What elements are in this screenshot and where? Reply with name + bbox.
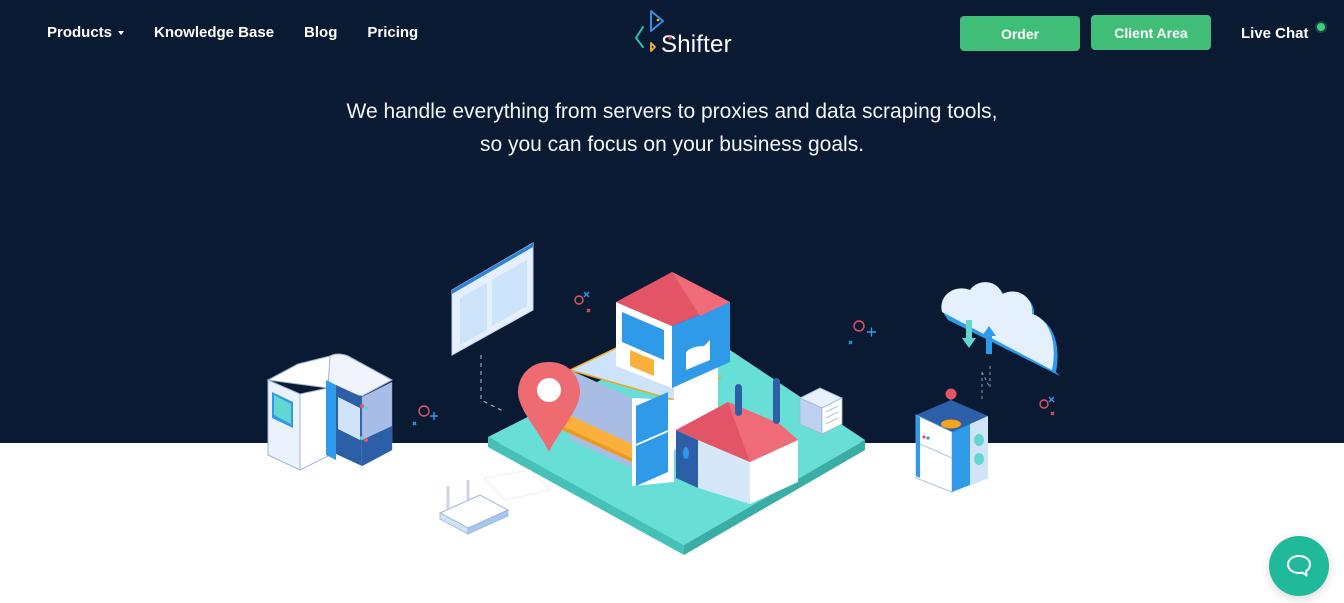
- logo-dot-icon: [668, 36, 672, 40]
- live-chat-link[interactable]: Live Chat: [1241, 25, 1309, 42]
- caret-down-icon: [118, 31, 125, 35]
- nav-products[interactable]: Products: [47, 24, 125, 41]
- tagline-line-2: so you can focus on your business goals.: [479, 133, 865, 156]
- chat-bubble-icon: [1287, 555, 1311, 577]
- hero-tagline: We handle everything from servers to pro…: [0, 95, 1344, 161]
- order-button[interactable]: Order: [960, 16, 1080, 51]
- nav-knowledge-base[interactable]: Knowledge Base: [154, 24, 274, 41]
- nav-blog[interactable]: Blog: [304, 24, 337, 41]
- online-status-dot: [1317, 23, 1325, 31]
- nav-products-label: Products: [47, 24, 113, 41]
- router-icon: [438, 469, 551, 535]
- nav-links: Products Knowledge Base Blog Pricing: [47, 24, 418, 41]
- top-navigation: Products Knowledge Base Blog Pricing Shi…: [0, 0, 1344, 68]
- chat-widget-button[interactable]: [1269, 536, 1329, 596]
- client-area-button[interactable]: Client Area: [1091, 15, 1211, 50]
- tagline-line-1: We handle everything from servers to pro…: [346, 100, 998, 123]
- nav-pricing[interactable]: Pricing: [367, 24, 418, 41]
